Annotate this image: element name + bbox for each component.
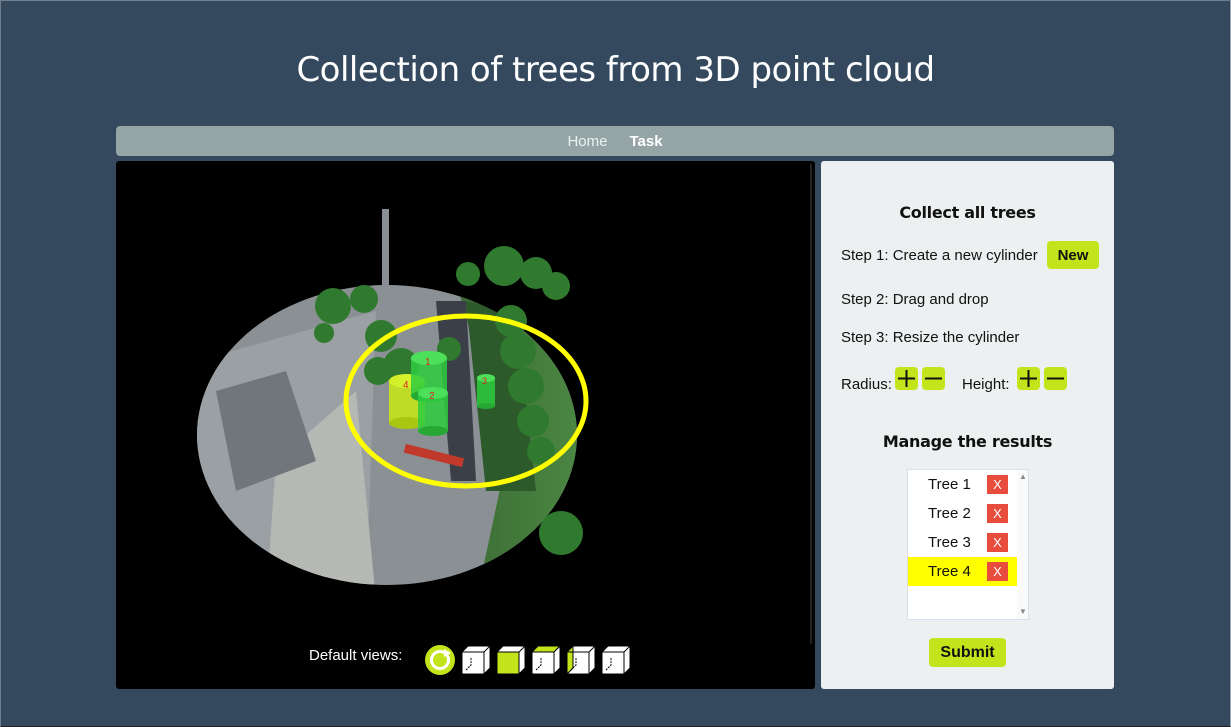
height-label: Height: [962,376,1010,393]
page-title: Collection of trees from 3D point cloud [296,50,935,90]
list-item-tree-1[interactable]: Tree 1 X [908,470,1017,499]
manage-title: Manage the results [882,432,1053,451]
view-back-icon[interactable] [600,644,632,676]
cylinder-3[interactable]: 3 [477,374,495,409]
radius-minus-button[interactable] [922,367,945,390]
cylinder-2-label: 2 [429,391,435,402]
submit-button[interactable]: Submit [929,638,1006,667]
viewer-divider [810,164,812,644]
list-item-tree-4[interactable]: Tree 4 X [908,557,1017,586]
point-cloud-scene[interactable]: 4 1 2 3 [116,161,815,641]
nav-home[interactable]: Home [567,133,607,150]
view-front-icon[interactable] [460,644,492,676]
plus-icon [1020,370,1037,387]
point-cloud-viewer[interactable]: 4 1 2 3 Default views: [116,161,815,689]
delete-tree-button[interactable]: X [987,504,1008,523]
task-panel: Collect all trees Step 1: Create a new c… [821,161,1114,689]
cylinder-4-label: 4 [403,380,409,391]
cylinder-1-label: 1 [425,357,431,368]
step-2-text: Step 2: Drag and drop [841,291,989,308]
navbar: Home Task [116,126,1114,156]
nav-task[interactable]: Task [629,133,662,150]
tower [382,209,389,309]
reset-view-icon[interactable] [424,644,456,676]
delete-tree-button[interactable]: X [987,562,1008,581]
minus-icon [925,377,942,380]
radius-plus-button[interactable] [895,367,918,390]
delete-tree-button[interactable]: X [987,533,1008,552]
height-minus-button[interactable] [1044,367,1067,390]
list-scrollbar[interactable]: ▲ ▼ [1017,470,1028,619]
cylinder-3-label: 3 [482,376,487,386]
tree-label: Tree 4 [928,563,971,580]
cylinder-2[interactable]: 2 [418,387,448,436]
height-plus-button[interactable] [1017,367,1040,390]
scroll-up-icon[interactable]: ▲ [1019,472,1027,481]
delete-tree-button[interactable]: X [987,475,1008,494]
tree-list[interactable]: Tree 1 X Tree 2 X Tree 3 X Tree 4 X ▲ ▼ [907,469,1029,620]
default-views-label: Default views: [309,647,403,664]
view-top-icon[interactable] [495,644,527,676]
view-iso-icon[interactable] [565,644,597,676]
collect-title: Collect all trees [899,203,1036,222]
step-3-text: Step 3: Resize the cylinder [841,329,1020,346]
radius-label: Radius: [841,376,892,393]
step-1-text: Step 1: Create a new cylinder [841,247,1038,264]
list-item-tree-2[interactable]: Tree 2 X [908,499,1017,528]
tree-label: Tree 2 [928,505,971,522]
minus-icon [1047,377,1064,380]
tree-label: Tree 3 [928,534,971,551]
tree-label: Tree 1 [928,476,971,493]
view-side-icon[interactable] [530,644,562,676]
new-cylinder-button[interactable]: New [1047,241,1099,269]
plus-icon [898,370,915,387]
list-item-tree-3[interactable]: Tree 3 X [908,528,1017,557]
scroll-down-icon[interactable]: ▼ [1019,607,1027,616]
